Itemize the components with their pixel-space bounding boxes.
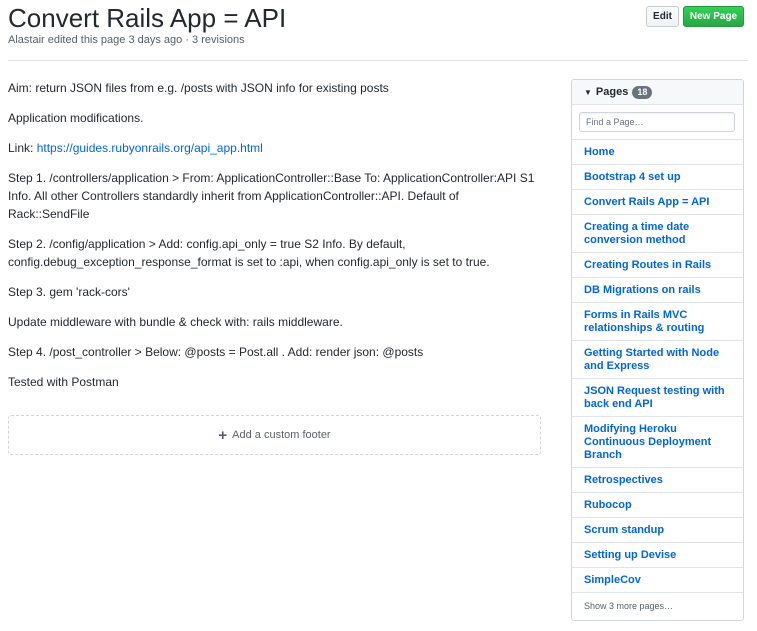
step2-paragraph: Step 2. /config/application > Add: confi… [8, 237, 490, 269]
page-title: Convert Rails App = API [8, 3, 287, 33]
sidebar-page-link[interactable]: Rubocop [572, 493, 743, 518]
tested-paragraph: Tested with Postman [8, 375, 119, 389]
add-custom-footer-label: Add a custom footer [232, 429, 331, 441]
sidebar-page-link[interactable]: SimpleCov [572, 568, 743, 593]
sidebar-page-link[interactable]: Creating a time date conversion method [572, 215, 743, 253]
header-divider [8, 60, 748, 61]
show-more-pages-link[interactable]: Show 3 more pages… [572, 593, 743, 618]
modifications-paragraph: Application modifications. [8, 111, 144, 125]
caret-down-icon: ▼ [584, 87, 592, 97]
sidebar-page-link[interactable]: Scrum standup [572, 518, 743, 543]
step4-paragraph: Step 4. /post_controller > Below: @posts… [8, 345, 424, 359]
step3-paragraph: Step 3. gem 'rack-cors' [8, 285, 130, 299]
sidebar-page-link[interactable]: Getting Started with Node and Express [572, 341, 743, 379]
link-paragraph: Link: https://guides.rubyonrails.org/api… [8, 139, 543, 157]
pages-toggle[interactable]: ▼ Pages 18 [572, 80, 743, 105]
sidebar-page-link[interactable]: JSON Request testing with back end API [572, 379, 743, 417]
pages-heading: Pages [595, 86, 629, 98]
aim-paragraph: Aim: return JSON files from e.g. /posts … [8, 81, 389, 95]
sidebar-page-link[interactable]: Modifying Heroku Continuous Deployment B… [572, 417, 743, 468]
find-page-input[interactable] [579, 112, 735, 132]
sidebar-page-link[interactable]: Convert Rails App = API [572, 190, 743, 215]
add-custom-footer-button[interactable]: + Add a custom footer [8, 415, 541, 455]
update-paragraph: Update middleware with bundle & check wi… [8, 315, 343, 329]
sidebar-page-link[interactable]: DB Migrations on rails [572, 278, 743, 303]
plus-icon: + [218, 426, 228, 444]
sidebar-page-link[interactable]: Creating Routes in Rails [572, 253, 743, 278]
sidebar-page-link[interactable]: Retrospectives [572, 468, 743, 493]
guide-link[interactable]: https://guides.rubyonrails.org/api_app.h… [37, 141, 263, 155]
pages-count-badge: 18 [632, 85, 653, 99]
page-meta: Alastair edited this page 3 days ago · 3… [8, 34, 245, 46]
step1-paragraph: Step 1. /controllers/application > From:… [8, 171, 535, 221]
sidebar-page-link[interactable]: Forms in Rails MVC relationships & routi… [572, 303, 743, 341]
page-list: Home Bootstrap 4 set up Convert Rails App … [572, 140, 743, 593]
sidebar-page-link[interactable]: Home [572, 140, 743, 165]
sidebar-page-link[interactable]: Bootstrap 4 set up [572, 165, 743, 190]
sidebar-page-link[interactable]: Setting up Devise [572, 543, 743, 568]
link-prefix: Link: [8, 141, 37, 155]
page-header: Convert Rails App = API Alastair edited … [8, 0, 748, 60]
wiki-content: Aim: return JSON files from e.g. /posts … [8, 79, 543, 403]
pages-sidebar: ▼ Pages 18 HomeBootstrap 4 set upConvert… [571, 79, 744, 621]
new-page-button[interactable]: New Page [683, 6, 744, 27]
page-search [572, 105, 743, 140]
edit-button[interactable]: Edit [646, 6, 679, 27]
